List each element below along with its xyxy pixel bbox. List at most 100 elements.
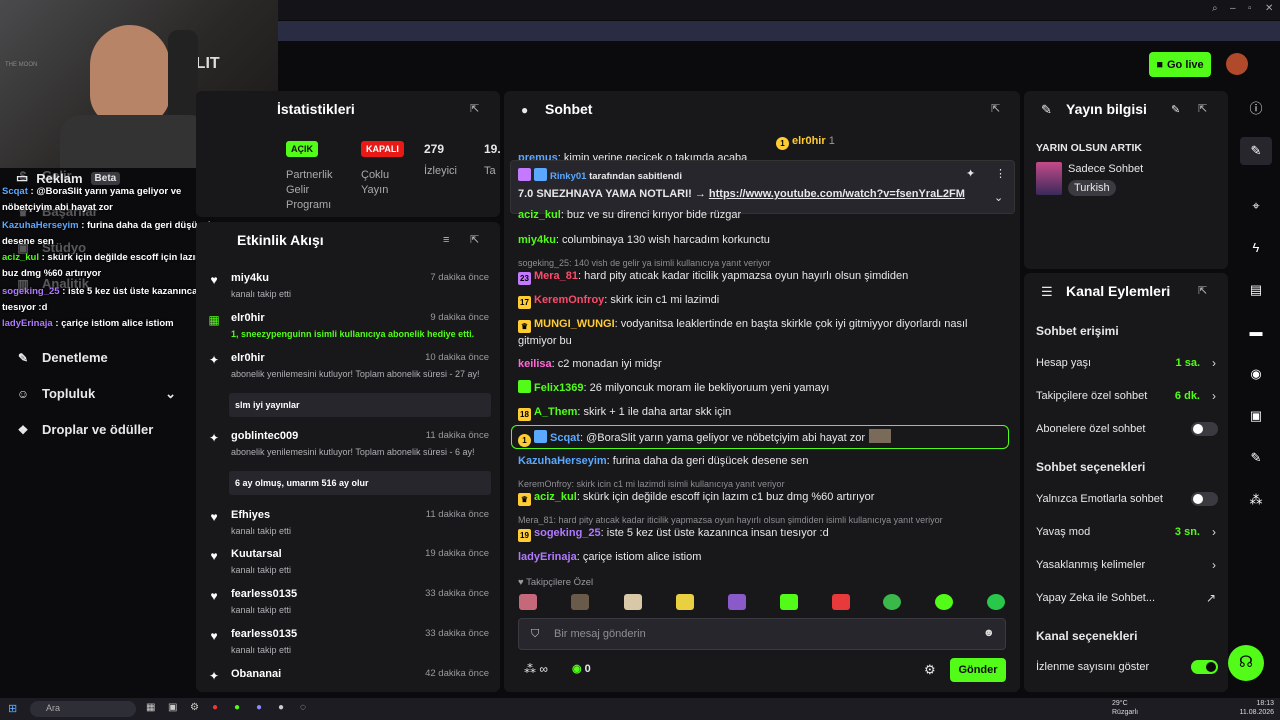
category-name[interactable]: Sadece Sohbet: [1068, 163, 1143, 175]
subs-chat-row: Abonelere özel sohbet: [1036, 422, 1218, 436]
gear-icon[interactable]: ⚙: [924, 662, 936, 678]
chat-bubble-icon: ●: [521, 103, 529, 117]
slow-mode-row[interactable]: Yavaş mod 3 sn. ›: [1036, 525, 1218, 539]
emote-icon[interactable]: [935, 594, 953, 610]
layout-icon[interactable]: ▣: [1246, 406, 1266, 426]
activity-item: ♥ Kuutarsal 19 dakika önce kanalı takip …: [203, 548, 493, 582]
gift-icon: ▦: [208, 313, 220, 327]
steam-icon[interactable]: ●: [278, 702, 284, 713]
gift-badge-icon: 1: [776, 137, 789, 150]
emote-icon[interactable]: [883, 594, 901, 610]
popout-icon[interactable]: ⇱: [1198, 285, 1210, 297]
emote-icon[interactable]: [571, 594, 589, 610]
emote-only-toggle[interactable]: [1191, 492, 1218, 506]
subs-chat-toggle[interactable]: [1191, 422, 1218, 436]
emote-icon[interactable]: [624, 594, 642, 610]
taskbar: ⊞ Ara ▦ ▣ ⚙ ● ● ● ● ◌ 29°C Rüzgarlı 18:13…: [0, 698, 1280, 720]
spotify-icon[interactable]: ●: [234, 702, 240, 713]
emote-icon[interactable]: [832, 594, 850, 610]
category-thumbnail[interactable]: [1036, 162, 1062, 195]
show-views-toggle[interactable]: [1191, 660, 1218, 674]
broadcast-icon[interactable]: ◉: [1246, 364, 1266, 384]
badge-icon: [518, 168, 531, 181]
emote-icon[interactable]: [676, 594, 694, 610]
target-icon[interactable]: ⌖: [1246, 196, 1266, 216]
heart-icon: ♥: [518, 577, 524, 588]
extra-label: Ta: [484, 165, 496, 177]
badge-icon: [534, 168, 547, 181]
pinned-link[interactable]: https://www.youtube.com/watch?v=fsenYraL…: [709, 188, 965, 200]
clock[interactable]: 18:13 11.08.2026: [1238, 699, 1274, 717]
pencil-icon[interactable]: ✎: [1246, 141, 1266, 161]
go-live-button[interactable]: ■ Go live: [1149, 52, 1211, 77]
minimize-icon[interactable]: –: [1230, 3, 1236, 14]
chat-icon[interactable]: ▬: [1246, 322, 1266, 342]
search-icon[interactable]: ⌕: [1212, 3, 1218, 14]
heart-icon: ♥: [210, 510, 218, 524]
wrench-icon: ✎: [1041, 102, 1052, 117]
chat-message: 1 Scqat: @BoraSlit yarın yama geliyor ve …: [518, 429, 1004, 447]
windows-icon[interactable]: ⊞: [8, 702, 17, 715]
edit-icon[interactable]: ✎: [1171, 103, 1180, 116]
top-gifter[interactable]: 1 elr0hir 1: [776, 135, 835, 150]
discord-icon[interactable]: ●: [256, 702, 262, 713]
show-views-row: İzlenme sayısını göster: [1036, 660, 1218, 674]
language-tag[interactable]: Turkish: [1068, 180, 1116, 196]
popout-icon[interactable]: ⇱: [1198, 103, 1210, 115]
emoji-icon[interactable]: ☻: [983, 627, 995, 639]
crown-icon: ♛: [518, 493, 531, 506]
sidebar-item-topluluk[interactable]: ☺ Topluluk ⌄: [16, 386, 176, 402]
popout-icon[interactable]: ⇱: [470, 234, 482, 246]
pinned-message[interactable]: Rinky01 tarafından sabitlendi 7.0 SNEZHN…: [510, 160, 1015, 214]
emote-icon[interactable]: [728, 594, 746, 610]
app-icon[interactable]: ⚙: [190, 702, 199, 713]
emote-icon[interactable]: [780, 594, 798, 610]
sidebar-item-droplar[interactable]: ❖ Droplar ve ödüller: [16, 422, 154, 437]
gift-icon: ❖: [17, 422, 29, 437]
maximize-icon[interactable]: ▫: [1248, 3, 1252, 14]
support-icon[interactable]: ☊: [1228, 645, 1264, 681]
sidebar-item-denetleme[interactable]: ✎ Denetleme: [16, 350, 108, 365]
ai-chat-row[interactable]: Yapay Zeka ile Sohbet... ↗: [1036, 591, 1218, 605]
popout-icon[interactable]: ⇱: [470, 103, 482, 115]
info-icon[interactable]: ⓘ: [1246, 99, 1266, 119]
emote-icon[interactable]: [519, 594, 537, 610]
banned-words-row[interactable]: Yasaklanmış kelimeler ›: [1036, 558, 1218, 572]
app-icon[interactable]: ◌: [300, 702, 306, 713]
filter-icon[interactable]: ≡: [443, 234, 455, 246]
activity-item: ♥ fearless0135 33 dakika önce kanalı tak…: [203, 588, 493, 622]
nodes-icon[interactable]: ⁂: [1246, 490, 1266, 510]
pin-icon[interactable]: ✦: [966, 167, 975, 180]
pinned-text: 7.0 SNEZHNAYA YAMA NOTLARI! → https://ww…: [518, 188, 965, 200]
chat-input[interactable]: ⛉ Bir mesaj gönderin ☻: [518, 618, 1006, 650]
chat-message: ♛ MUNGI_WUNGI: vodyanitsa leaklertinde en…: [518, 318, 968, 347]
emote-icon[interactable]: [987, 594, 1005, 610]
lightning-icon[interactable]: ϟ: [1246, 238, 1266, 258]
wrench-icon[interactable]: ✎: [1246, 448, 1266, 468]
followers-chat-row[interactable]: Takipçilere özel sohbet 6 dk. ›: [1036, 389, 1218, 403]
chevron-right-icon: ›: [1212, 389, 1216, 403]
activity-item: ✦ Obananai 42 dakika önce: [208, 668, 489, 683]
close-icon[interactable]: ✕: [1265, 3, 1273, 14]
avatar[interactable]: [1226, 53, 1248, 75]
chevron-down-icon[interactable]: ⌄: [994, 191, 1003, 204]
viewer-label: İzleyici: [424, 165, 458, 177]
streamer-face: [90, 25, 170, 125]
reply-context: KeremOnfroy: skirk icin c1 mi lazimdi is…: [518, 479, 785, 489]
send-button[interactable]: Gönder: [950, 658, 1006, 682]
document-icon[interactable]: ▤: [1246, 280, 1266, 300]
account-age-row[interactable]: Hesap yaşı 1 sa. ›: [1036, 356, 1218, 370]
app-icon[interactable]: ▦: [146, 702, 155, 713]
chevron-right-icon: ›: [1212, 525, 1216, 539]
points-display[interactable]: ◉ 0: [572, 662, 591, 675]
app-icon[interactable]: ●: [212, 702, 218, 713]
weather-widget[interactable]: 29°C Rüzgarlı: [1112, 699, 1138, 717]
infinity-icon[interactable]: ⁂ ∞: [524, 662, 548, 676]
browser-toolbar[interactable]: [278, 21, 1280, 41]
activity-message: slm iyi yayınlar: [229, 393, 491, 417]
popout-icon[interactable]: ⇱: [991, 103, 1003, 115]
more-icon[interactable]: ⋮: [995, 167, 1006, 180]
reply-context: Mera_81: hard pity atıcak kadar iticilik…: [518, 515, 943, 525]
app-icon[interactable]: ▣: [168, 702, 177, 713]
taskbar-search[interactable]: Ara: [30, 701, 136, 717]
